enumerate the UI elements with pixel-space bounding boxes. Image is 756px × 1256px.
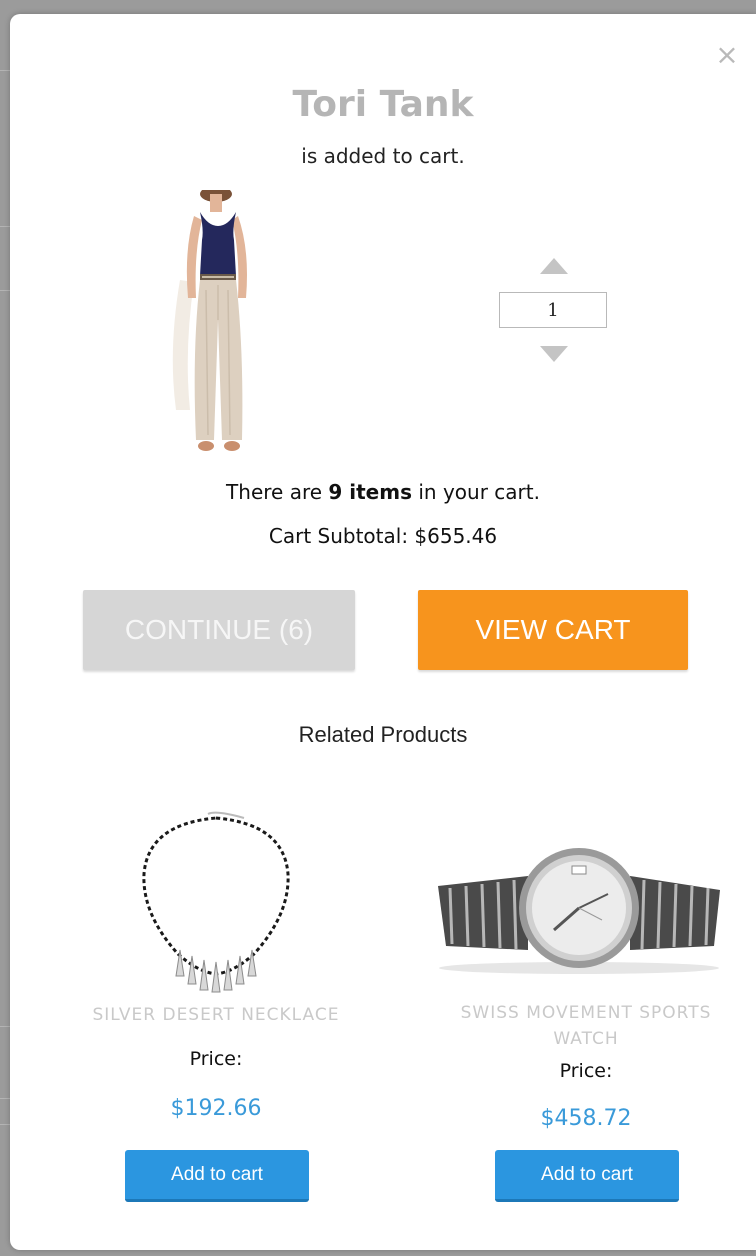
price-label: Price: (559, 1060, 613, 1082)
cart-summary-prefix: There are (226, 480, 329, 504)
related-product-name[interactable]: SWISS MOVEMENT SPORTS WATCH (436, 1000, 736, 1052)
continue-button[interactable]: CONTINUE (6) (83, 590, 355, 670)
product-image (172, 190, 247, 451)
related-products-heading: Related Products (298, 722, 468, 747)
add-to-cart-button[interactable]: Add to cart (125, 1150, 309, 1202)
related-product-price: $192.66 (170, 1096, 262, 1121)
price-label: Price: (189, 1048, 243, 1070)
quantity-input[interactable] (499, 292, 607, 328)
cart-item-count: 9 items (328, 480, 412, 504)
cart-summary: There are 9 items in your cart. (10, 480, 756, 504)
close-icon[interactable]: × (712, 40, 742, 70)
product-title: Tori Tank (292, 84, 474, 125)
quantity-decrease-icon[interactable] (540, 346, 568, 362)
necklace-image[interactable] (134, 804, 298, 994)
watch-image[interactable] (432, 846, 726, 976)
related-product-name[interactable]: SILVER DESERT NECKLACE (66, 1002, 366, 1028)
quantity-increase-icon[interactable] (540, 258, 568, 274)
related-product-price: $458.72 (540, 1106, 632, 1131)
added-message: is added to cart. (301, 144, 465, 168)
add-to-cart-button[interactable]: Add to cart (495, 1150, 679, 1202)
view-cart-button[interactable]: VIEW CART (418, 590, 688, 670)
added-to-cart-modal: × Tori Tank is added to cart. There are … (10, 14, 756, 1250)
cart-subtotal: Cart Subtotal: $655.46 (268, 524, 498, 548)
cart-summary-suffix: in your cart. (412, 480, 540, 504)
